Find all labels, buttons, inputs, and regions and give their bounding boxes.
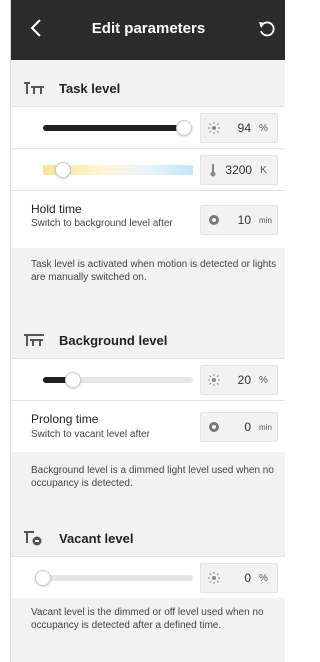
task-brightness-fill [43, 125, 184, 131]
task-level-header: Task level [11, 70, 285, 106]
timer-icon [201, 214, 227, 226]
vacant-brightness-row: 0 % [11, 556, 285, 598]
background-brightness-thumb[interactable] [65, 372, 81, 388]
task-brightness-value: 94 [237, 121, 251, 135]
background-brightness-row: 20 % [11, 358, 285, 400]
hold-time-label: Hold time [31, 202, 82, 216]
undo-icon [259, 21, 275, 37]
vacant-brightness-thumb[interactable] [35, 570, 51, 586]
vacant-level-title: Vacant level [59, 530, 134, 546]
task-brightness-field[interactable]: 94 % [200, 113, 278, 143]
prolong-time-label: Prolong time [31, 412, 99, 426]
background-level-header: Background level [11, 322, 285, 358]
task-colortemp-row: 3200 K [11, 148, 285, 190]
task-level-title: Task level [59, 80, 121, 96]
background-level-icon [23, 333, 45, 347]
hold-time-row: Hold time Switch to background level aft… [11, 190, 285, 248]
prolong-time-field[interactable]: 0 min [200, 412, 278, 442]
background-brightness-value: 20 [237, 373, 251, 387]
vacant-brightness-value: 0 [244, 571, 251, 585]
brightness-icon [201, 572, 227, 584]
timer-icon [201, 421, 227, 433]
task-brightness-row: 94 % [11, 106, 285, 148]
phone-screen: Edit parameters Task level 94 % 3200 K H… [10, 0, 285, 662]
prolong-time-value: 0 [244, 420, 251, 434]
prolong-time-unit: min [259, 422, 272, 432]
task-brightness-slider[interactable] [43, 125, 193, 131]
thermometer-icon [201, 163, 225, 177]
color-temp-thumb[interactable] [55, 162, 71, 178]
brightness-icon [201, 122, 227, 134]
vacant-brightness-slider[interactable] [43, 575, 193, 581]
background-level-title: Background level [59, 332, 168, 348]
vacant-brightness-field[interactable]: 0 % [200, 563, 278, 593]
task-brightness-unit: % [259, 122, 268, 134]
task-level-icon [23, 81, 45, 95]
brightness-icon [201, 374, 227, 386]
undo-button[interactable] [256, 18, 278, 40]
color-temp-unit: K [260, 164, 267, 176]
vacant-level-description: Vacant level is the dimmed or off level … [31, 607, 264, 631]
prolong-time-sublabel: Switch to vacant level after [31, 429, 150, 440]
hold-time-sublabel: Switch to background level after [31, 218, 173, 229]
vacant-level-icon [23, 530, 45, 546]
page-title: Edit parameters [91, 20, 206, 37]
background-brightness-unit: % [259, 374, 268, 386]
color-temp-field[interactable]: 3200 K [200, 155, 278, 185]
color-temp-value: 3200 [225, 163, 253, 177]
background-brightness-field[interactable]: 20 % [200, 365, 278, 395]
hold-time-unit: min [259, 215, 272, 225]
vacant-level-header: Vacant level [11, 520, 285, 556]
top-bar: Edit parameters [11, 0, 285, 60]
prolong-time-row: Prolong time Switch to vacant level afte… [11, 400, 285, 452]
hold-time-value: 10 [237, 213, 251, 227]
background-level-description: Background level is a dimmed light level… [31, 465, 274, 489]
vacant-brightness-unit: % [259, 572, 268, 584]
hold-time-field[interactable]: 10 min [200, 205, 278, 235]
task-level-description: Task level is activated when motion is d… [31, 259, 277, 283]
task-brightness-thumb[interactable] [176, 120, 192, 136]
